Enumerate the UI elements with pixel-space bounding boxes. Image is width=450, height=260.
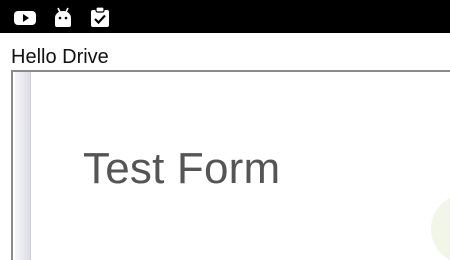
frame-left-edge bbox=[13, 72, 31, 260]
frame-highlight bbox=[13, 72, 15, 260]
status-bar bbox=[0, 0, 450, 33]
form-title: Test Form bbox=[83, 144, 281, 193]
app-title: Hello Drive bbox=[11, 46, 109, 68]
form-preview-frame[interactable]: Test Form bbox=[11, 70, 450, 260]
youtube-icon bbox=[13, 6, 37, 28]
android-icon bbox=[51, 6, 75, 28]
clipboard-check-icon bbox=[88, 6, 112, 28]
decorative-circle bbox=[431, 194, 450, 260]
